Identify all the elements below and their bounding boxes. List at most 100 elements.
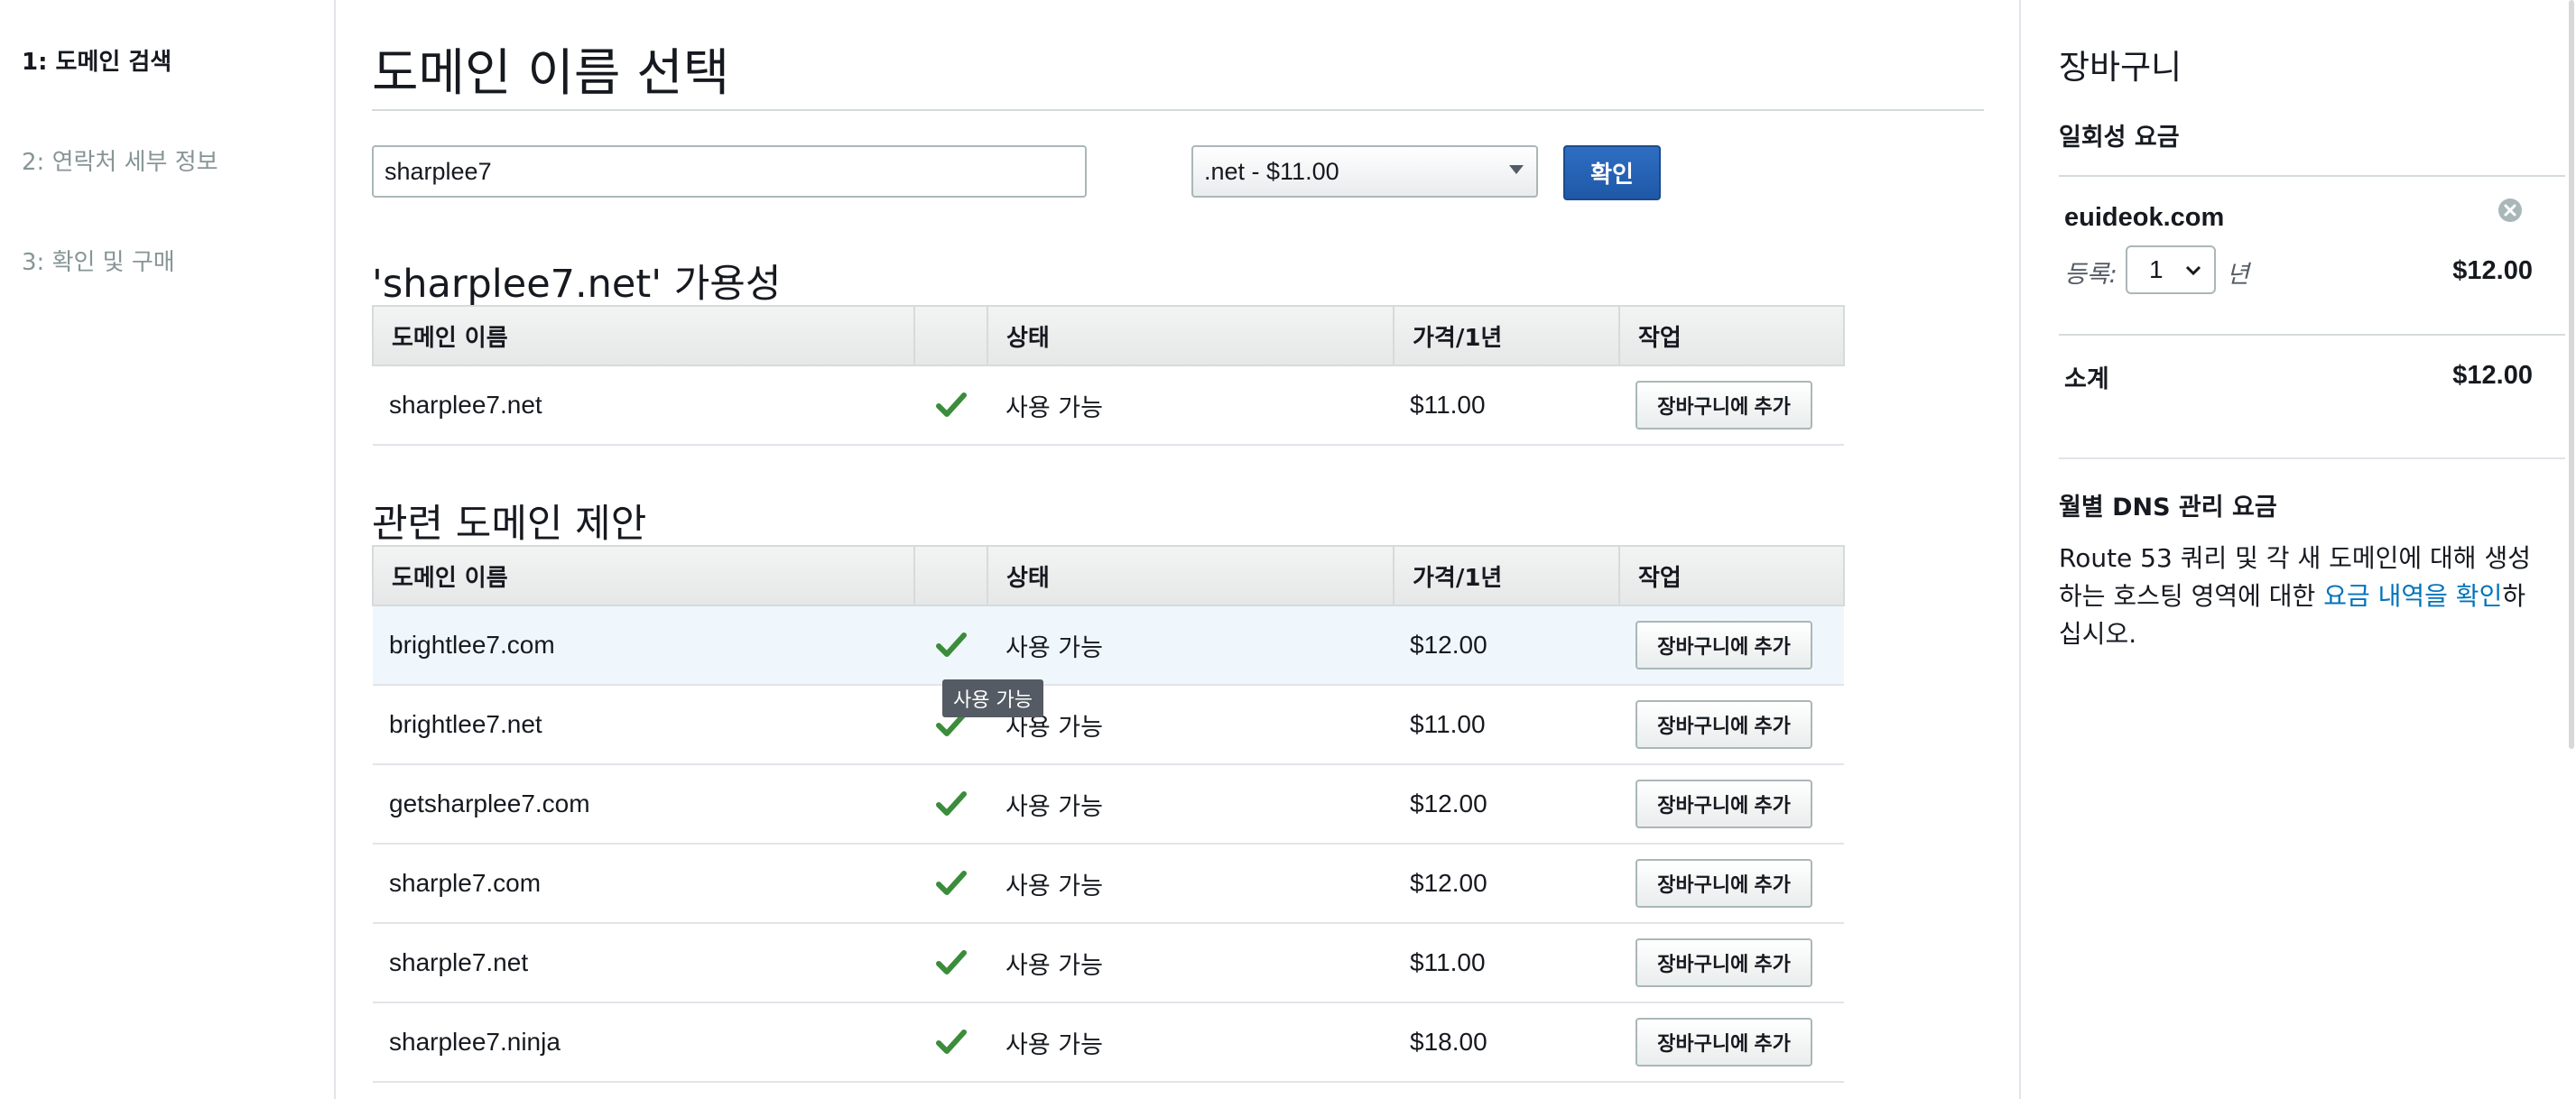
add-to-cart-button[interactable]: 장바구니에 추가 <box>1635 780 1812 828</box>
add-to-cart-button[interactable]: 장바구니에 추가 <box>1635 1018 1812 1067</box>
chevron-down-icon <box>2185 265 2201 276</box>
status-text: 사용 가능 <box>987 605 1394 686</box>
check-icon <box>935 1030 967 1054</box>
action-cell: 장바구니에 추가 <box>1619 764 1844 845</box>
action-cell: 장바구니에 추가 <box>1619 844 1844 924</box>
dns-fee-description: Route 53 쿼리 및 각 새 도메인에 대해 생성하는 호스팅 영역에 대… <box>2059 540 2546 653</box>
price-text: $12.00 <box>1394 764 1619 845</box>
status-text: 사용 가능 <box>987 1002 1394 1083</box>
remove-circle-icon[interactable] <box>2497 197 2524 224</box>
action-cell: 장바구니에 추가 <box>1619 1002 1844 1083</box>
main-content: 도메인 이름 선택 .net - $11.00 확인 'sharplee7.ne… <box>372 0 1986 1099</box>
tld-select[interactable]: .net - $11.00 <box>1191 145 1538 198</box>
status-text: 사용 가능 <box>987 365 1394 446</box>
check-cell <box>914 605 987 686</box>
action-cell: 장바구니에 추가 <box>1619 605 1844 686</box>
subtotal-price: $12.00 <box>2452 361 2533 390</box>
domain-name: sharple7.com <box>373 844 914 924</box>
step-contact-details[interactable]: 2: 연락처 세부 정보 <box>22 143 218 177</box>
one-time-fee-heading: 일회성 요금 <box>2059 124 2180 152</box>
status-text: 사용 가능 <box>987 685 1394 765</box>
scrollbar-thumb[interactable] <box>2569 0 2574 749</box>
registration-label: 등록: <box>2064 261 2117 289</box>
availability-table: 도메인 이름 상태 가격/1년 작업 sharplee7.net 사용 가능 $… <box>372 305 1845 446</box>
add-to-cart-button[interactable]: 장바구니에 추가 <box>1635 938 1812 987</box>
status-tooltip: 사용 가능 <box>942 679 1043 717</box>
col-header-check <box>913 545 988 606</box>
years-unit: 년 <box>2227 261 2249 289</box>
title-divider <box>372 109 1984 111</box>
check-icon <box>935 392 967 417</box>
page-title: 도메인 이름 선택 <box>372 44 730 103</box>
price-text: $11.00 <box>1394 923 1619 1003</box>
step-domain-search[interactable]: 1: 도메인 검색 <box>22 43 171 77</box>
domain-name: brightlee7.net <box>373 685 914 765</box>
price-text: $12.00 <box>1394 605 1619 686</box>
table-row: sharplee7.ninja 사용 가능 $18.00 장바구니에 추가 <box>373 1002 1844 1083</box>
table-row: sharplee7.net 사용 가능 $11.00 장바구니에 추가 <box>373 365 1844 446</box>
col-header-check <box>913 305 988 366</box>
price-text: $11.00 <box>1394 685 1619 765</box>
domain-name: getsharplee7.com <box>373 764 914 845</box>
action-cell: 장바구니에 추가 <box>1619 923 1844 1003</box>
check-icon <box>935 633 967 657</box>
caret-down-icon <box>1509 165 1524 174</box>
check-cell <box>914 923 987 1003</box>
status-text: 사용 가능 <box>987 923 1394 1003</box>
col-header-price: 가격/1년 <box>1393 545 1620 606</box>
cart-divider <box>2059 175 2570 177</box>
related-title: 관련 도메인 제안 <box>372 502 647 547</box>
add-to-cart-button[interactable]: 장바구니에 추가 <box>1635 381 1812 429</box>
step-confirm-purchase[interactable]: 3: 확인 및 구매 <box>22 244 175 277</box>
col-header-domain: 도메인 이름 <box>372 545 915 606</box>
wizard-steps: 1: 도메인 검색 2: 연락처 세부 정보 3: 확인 및 구매 <box>0 0 336 1099</box>
domain-name: sharplee7.ninja <box>373 1002 914 1083</box>
cart-divider <box>2059 457 2570 459</box>
cart-item-domain: euideok.com <box>2064 203 2225 232</box>
check-icon <box>935 791 967 816</box>
price-text: $18.00 <box>1394 1002 1619 1083</box>
status-text: 사용 가능 <box>987 764 1394 845</box>
registration-years-select[interactable]: 1 <box>2126 245 2216 294</box>
subtotal-label: 소계 <box>2064 365 2109 393</box>
status-text: 사용 가능 <box>987 844 1394 924</box>
add-to-cart-button[interactable]: 장바구니에 추가 <box>1635 859 1812 908</box>
col-header-price: 가격/1년 <box>1393 305 1620 366</box>
domain-search-input[interactable] <box>372 145 1087 198</box>
col-header-action: 작업 <box>1618 545 1845 606</box>
table-row: brightlee7.com 사용 가능 $12.00 장바구니에 추가 <box>373 605 1844 686</box>
table-header-row: 도메인 이름 상태 가격/1년 작업 <box>372 305 1845 366</box>
monthly-dns-heading: 월별 DNS 관리 요금 <box>2059 494 2277 522</box>
check-cell <box>914 764 987 845</box>
table-header-row: 도메인 이름 상태 가격/1년 작업 <box>372 545 1845 606</box>
cart-title: 장바구니 <box>2059 48 2182 87</box>
check-icon <box>935 950 967 974</box>
add-to-cart-button[interactable]: 장바구니에 추가 <box>1635 700 1812 749</box>
pricing-link[interactable]: 요금 내역을 확인 <box>2323 581 2502 611</box>
col-header-action: 작업 <box>1618 305 1845 366</box>
table-row: getsharplee7.com 사용 가능 $12.00 장바구니에 추가 <box>373 764 1844 845</box>
cart-item-price: $12.00 <box>2452 256 2533 285</box>
table-row: brightlee7.net 사용 가능 $11.00 장바구니에 추가 <box>373 685 1844 765</box>
col-header-status: 상태 <box>987 305 1395 366</box>
table-row: sharple7.com 사용 가능 $12.00 장바구니에 추가 <box>373 844 1844 924</box>
years-value: 1 <box>2149 255 2164 283</box>
domain-name: brightlee7.com <box>373 605 914 686</box>
availability-title: 'sharplee7.net' 가용성 <box>372 262 782 307</box>
tld-select-value: .net - $11.00 <box>1204 157 1339 185</box>
action-cell: 장바구니에 추가 <box>1619 365 1844 446</box>
cart-divider <box>2059 334 2570 336</box>
check-icon <box>935 871 967 895</box>
add-to-cart-button[interactable]: 장바구니에 추가 <box>1635 621 1812 670</box>
col-header-domain: 도메인 이름 <box>372 305 915 366</box>
col-header-status: 상태 <box>987 545 1395 606</box>
check-cell <box>914 844 987 924</box>
confirm-button[interactable]: 확인 <box>1563 145 1661 200</box>
cart-panel: 장바구니 일회성 요금 euideok.com 등록: 1 년 $12.00 소… <box>2019 0 2570 1099</box>
price-text: $11.00 <box>1394 365 1619 446</box>
table-row: sharple7.net 사용 가능 $11.00 장바구니에 추가 <box>373 923 1844 1003</box>
price-text: $12.00 <box>1394 844 1619 924</box>
related-table: 도메인 이름 상태 가격/1년 작업 brightlee7.com 사용 가능 … <box>372 545 1845 1083</box>
domain-name: sharple7.net <box>373 923 914 1003</box>
check-cell <box>914 1002 987 1083</box>
